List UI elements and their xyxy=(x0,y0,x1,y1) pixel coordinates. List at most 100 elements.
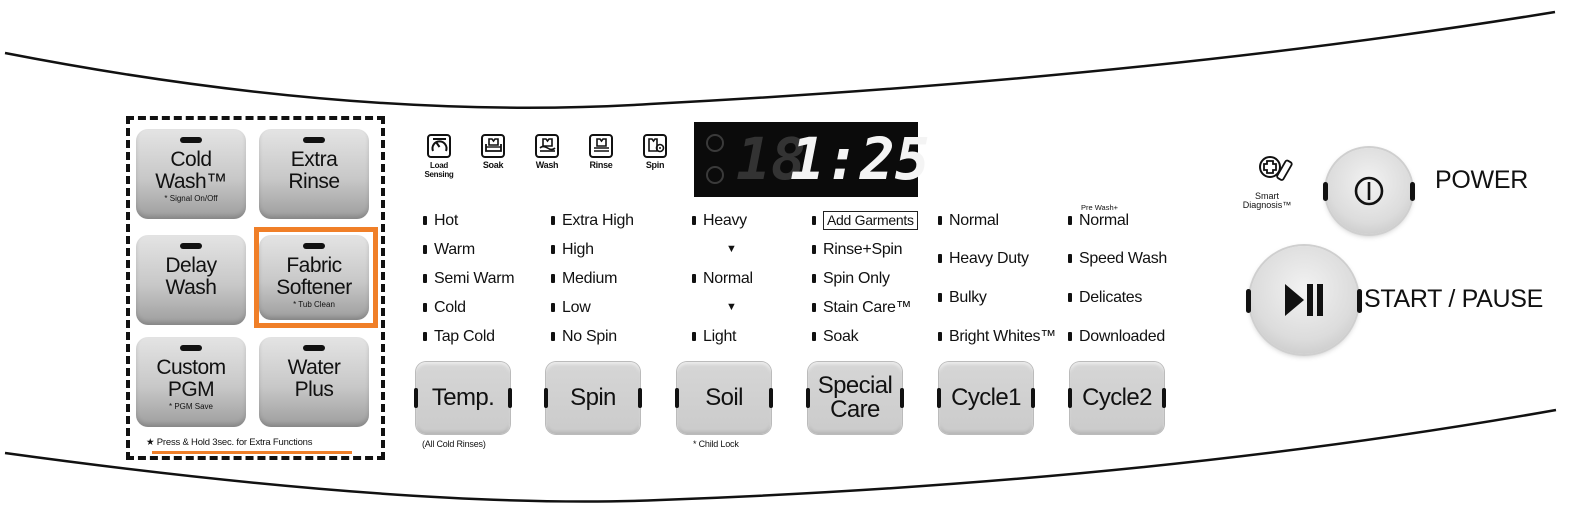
spin-options: Extra High High Medium Low No Spin xyxy=(551,206,634,351)
temp-option: Warm xyxy=(423,235,514,264)
led-indicator xyxy=(812,332,816,341)
led-indicator xyxy=(1068,254,1072,263)
power-icon xyxy=(1354,176,1384,206)
led-indicator xyxy=(423,303,427,312)
cycle2-option: Speed Wash xyxy=(1068,239,1167,278)
cycle1-option: Bulky xyxy=(938,278,1056,317)
button-bezel-mark xyxy=(1410,182,1415,202)
cycle1-option: Bright Whites™ xyxy=(938,317,1056,356)
button-bezel-mark xyxy=(1357,289,1362,313)
soak-icon xyxy=(481,134,505,158)
stage-spin: Spin xyxy=(637,134,673,170)
stage-rinse: Rinse xyxy=(583,134,619,170)
led-indicator xyxy=(423,332,427,341)
cycle2-options: Normal Speed Wash Delicates Downloaded xyxy=(1068,206,1167,356)
stage-soak: Soak xyxy=(475,134,511,170)
cycle1-button[interactable]: Cycle1 xyxy=(937,362,1035,434)
add-garments-label: Add Garments xyxy=(823,211,918,230)
start-pause-button[interactable] xyxy=(1246,246,1362,354)
load-sensing-icon xyxy=(427,134,451,158)
button-bezel-mark xyxy=(1246,289,1251,313)
temp-option: Hot xyxy=(423,206,514,235)
led-indicator xyxy=(1068,332,1072,341)
rinse-icon xyxy=(589,134,613,158)
cycle2-option: Normal xyxy=(1068,206,1167,235)
led-indicator xyxy=(938,216,942,225)
power-label: POWER xyxy=(1435,166,1528,194)
led-indicator xyxy=(423,245,427,254)
special-option: Stain Care™ xyxy=(812,293,918,322)
led-indicator xyxy=(692,332,696,341)
remaining-time: 1:25 xyxy=(790,125,930,193)
soil-option: Normal xyxy=(692,264,753,293)
led-indicator xyxy=(180,137,202,143)
led-indicator xyxy=(812,274,816,283)
wifi-status-icon xyxy=(706,134,724,152)
soil-option: Light xyxy=(692,322,753,351)
cycle1-options: Normal Heavy Duty Bulky Bright Whites™ xyxy=(938,206,1056,356)
wash-icon xyxy=(535,134,559,158)
delay-wash-button[interactable]: Delay Wash xyxy=(136,235,246,325)
highlight-box xyxy=(254,227,378,328)
custom-pgm-button[interactable]: Custom PGM * PGM Save xyxy=(136,337,246,427)
led-indicator xyxy=(180,345,202,351)
led-indicator xyxy=(303,137,325,143)
led-indicator xyxy=(551,332,555,341)
temp-option: Semi Warm xyxy=(423,264,515,293)
extra-rinse-button[interactable]: Extra Rinse xyxy=(259,129,369,219)
temp-option: Cold xyxy=(423,293,514,322)
led-indicator xyxy=(1068,293,1072,302)
top-curve xyxy=(4,10,1556,109)
cycle1-option: Normal xyxy=(938,206,1056,235)
special-care-button[interactable]: Special Care xyxy=(806,362,904,434)
led-indicator xyxy=(423,216,427,225)
cycle2-option: Delicates xyxy=(1068,278,1167,317)
led-indicator xyxy=(303,345,325,351)
spin-option: Extra High xyxy=(551,206,634,235)
led-indicator xyxy=(938,293,942,302)
cycle2-button[interactable]: Cycle2 xyxy=(1068,362,1166,434)
temp-options: Hot Warm Semi Warm Cold Tap Cold xyxy=(423,206,515,351)
stage-wash: Wash xyxy=(529,134,565,170)
temp-button-note: (All Cold Rinses) xyxy=(422,439,486,449)
play-pause-icon xyxy=(1285,284,1323,316)
spin-icon xyxy=(643,134,667,158)
spin-option: High xyxy=(551,235,634,264)
hold-note-underline xyxy=(152,451,352,454)
temp-option: Tap Cold xyxy=(423,322,514,351)
spin-option: No Spin xyxy=(551,322,634,351)
stage-load-sensing: Load Sensing xyxy=(421,134,457,179)
spin-option: Medium xyxy=(551,264,634,293)
special-option: Soak xyxy=(812,322,918,351)
timer-icon xyxy=(706,166,724,184)
temp-button[interactable]: Temp. xyxy=(414,362,512,434)
power-button[interactable] xyxy=(1323,148,1415,234)
led-indicator xyxy=(551,303,555,312)
led-indicator xyxy=(1068,216,1072,225)
led-indicator xyxy=(551,245,555,254)
led-indicator xyxy=(423,274,427,283)
led-indicator xyxy=(812,303,816,312)
spin-button[interactable]: Spin xyxy=(544,362,642,434)
water-plus-button[interactable]: Water Plus xyxy=(259,337,369,427)
cycle2-option: Downloaded xyxy=(1068,317,1167,356)
spin-option: Low xyxy=(551,293,634,322)
time-display: 18 1:25 xyxy=(694,122,930,197)
smart-diagnosis-label: Smart Diagnosis™ xyxy=(1242,191,1292,210)
special-option: Spin Only xyxy=(812,264,918,293)
cold-wash-button[interactable]: Cold Wash™ * Signal On/Off xyxy=(136,129,246,219)
button-bezel-mark xyxy=(1323,182,1328,202)
down-arrow-icon: ▼ xyxy=(726,301,737,313)
down-arrow-icon: ▼ xyxy=(726,243,737,255)
led-indicator xyxy=(551,274,555,283)
led-indicator xyxy=(812,216,816,225)
led-indicator xyxy=(938,254,942,263)
soil-arrow: ▼ xyxy=(692,235,753,264)
soil-button-note: * Child Lock xyxy=(693,439,739,449)
special-option: Add Garments xyxy=(812,206,918,235)
led-indicator xyxy=(938,332,942,341)
start-pause-label: START / PAUSE xyxy=(1364,285,1544,313)
soil-button[interactable]: Soil xyxy=(675,362,773,434)
smart-diagnosis-icon xyxy=(1255,152,1295,191)
soil-option: Heavy xyxy=(692,206,753,235)
